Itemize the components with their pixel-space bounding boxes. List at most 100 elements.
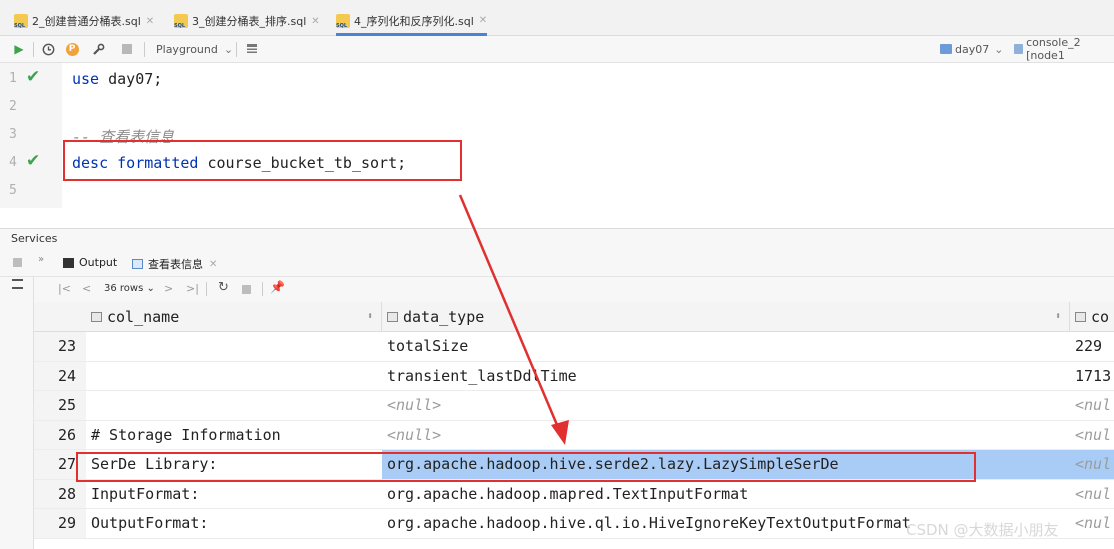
cell-col-name[interactable] — [86, 391, 382, 420]
p-badge-icon[interactable]: P — [64, 40, 80, 58]
rows-count-label: 36 rows — [104, 283, 144, 294]
code-text: day07; — [99, 70, 163, 88]
console-label: console_2 [node1 — [1026, 36, 1081, 62]
table-row[interactable]: 26 # Storage Information <null> <nul — [34, 420, 1114, 450]
column-icon — [1075, 311, 1086, 322]
row-number: 24 — [34, 361, 86, 390]
sql-editor[interactable]: 1 ✔ 2 3 4 ✔ 5 use day07; -- 查看表信息 desc f… — [0, 63, 1114, 208]
toolbar-separator — [33, 42, 34, 57]
tab-result[interactable]: 查看表信息 ✕ — [132, 256, 217, 272]
cell-comment[interactable]: <nul — [1070, 391, 1114, 420]
panel-icon[interactable] — [13, 258, 22, 267]
column-icon — [91, 311, 102, 322]
cell-data-type[interactable]: org.apache.hadoop.mapred.TextInputFormat — [382, 480, 1070, 509]
line-number: 2 — [9, 99, 17, 114]
schema-icon — [940, 44, 952, 54]
tab-label: 4_序列化和反序列化.sql — [354, 14, 474, 28]
sort-icon[interactable]: ⬍ — [367, 311, 373, 322]
column-header-label: data_type — [403, 307, 485, 326]
cell-col-name[interactable] — [86, 332, 382, 361]
sql-file-icon — [14, 14, 28, 29]
first-page-icon[interactable]: |< — [58, 282, 71, 295]
tab-serde[interactable]: 4_序列化和反序列化.sql ✕ — [336, 8, 488, 36]
table-row[interactable]: 24 transient_lastDdlTime 1713 — [34, 361, 1114, 391]
services-panel-title: Services — [0, 228, 1114, 250]
annotation-box-desc — [63, 140, 462, 181]
cell-col-name[interactable]: InputFormat: — [86, 480, 382, 509]
table-row[interactable]: 23 totalSize 229 — [34, 332, 1114, 362]
row-number-header — [34, 302, 86, 332]
sql-file-icon — [174, 14, 188, 29]
row-number: 23 — [34, 332, 86, 361]
row-number: 29 — [34, 509, 86, 538]
cell-data-type[interactable]: totalSize — [382, 332, 1070, 361]
console-selector[interactable]: console_2 [node1 — [1014, 36, 1114, 62]
pin-icon[interactable]: 📌 — [270, 280, 285, 294]
services-tab-bar: » Output 查看表信息 ✕ — [0, 250, 1114, 277]
chevron-down-icon: ⌄ — [223, 42, 234, 56]
tab-label: 3_创建分桶表_排序.sql — [192, 15, 307, 28]
cell-data-type[interactable]: <null> — [382, 391, 1070, 420]
annotation-box-serde — [76, 452, 976, 482]
prev-page-icon[interactable]: < — [82, 282, 91, 295]
cell-col-name[interactable]: OutputFormat: — [86, 509, 382, 538]
schema-selector[interactable]: day07 ⌄ — [940, 40, 1003, 58]
cell-comment[interactable]: 229 — [1070, 332, 1114, 361]
close-icon[interactable]: ✕ — [209, 259, 217, 270]
stop-icon[interactable] — [242, 285, 251, 294]
wrench-icon[interactable] — [90, 40, 106, 58]
code-line-1[interactable]: use day07; — [72, 70, 162, 88]
toolbar-separator — [262, 282, 263, 296]
cell-data-type[interactable]: transient_lastDdlTime — [382, 362, 1070, 391]
close-icon[interactable]: ✕ — [146, 16, 154, 27]
cell-data-type[interactable]: <null> — [382, 421, 1070, 450]
expand-icon[interactable]: » — [38, 254, 44, 265]
sort-icon[interactable]: ⬍ — [1055, 311, 1061, 322]
tab-create-bucket-table[interactable]: 2_创建普通分桶表.sql ✕ — [14, 8, 154, 34]
close-icon[interactable]: ✕ — [311, 16, 319, 27]
refresh-icon[interactable]: ↻ — [218, 280, 229, 295]
cell-comment[interactable]: <nul — [1070, 480, 1114, 509]
table-row[interactable]: 28 InputFormat: org.apache.hadoop.mapred.T… — [34, 479, 1114, 509]
playground-dropdown[interactable]: Playground ⌄ — [156, 40, 233, 58]
run-icon[interactable]: ▶ — [12, 40, 26, 58]
layout-icon[interactable] — [244, 40, 260, 58]
services-sidebar: nc — [0, 277, 51, 549]
column-icon — [387, 311, 398, 322]
next-page-icon[interactable]: > — [164, 282, 173, 295]
table-row[interactable]: 25 <null> <nul — [34, 391, 1114, 421]
last-page-icon[interactable]: >| — [186, 282, 199, 295]
rows-count[interactable]: 36 rows ⌄ — [104, 283, 155, 294]
column-header-comment[interactable]: co — [1070, 302, 1114, 332]
close-icon[interactable]: ✕ — [479, 15, 487, 26]
stop-icon[interactable] — [120, 40, 134, 58]
row-number: 26 — [34, 420, 86, 449]
cell-col-name[interactable] — [86, 362, 382, 391]
line-number: 5 — [9, 183, 17, 198]
line-number: 3 — [9, 127, 17, 142]
schema-label: day07 — [955, 42, 990, 56]
cell-comment[interactable]: <nul — [1070, 509, 1114, 538]
playground-label: Playground — [156, 42, 218, 56]
tab-output[interactable]: Output — [63, 256, 117, 269]
check-icon: ✔ — [26, 67, 41, 87]
editor-tab-bar: 2_创建普通分桶表.sql ✕ 3_创建分桶表_排序.sql ✕ 4_序列化和反… — [0, 0, 1114, 36]
chevron-down-icon: ⌄ — [994, 42, 1004, 56]
column-header-col-name[interactable]: col_name ⬍ — [86, 302, 382, 332]
column-header-data-type[interactable]: data_type ⬍ — [382, 302, 1070, 332]
history-icon[interactable] — [40, 40, 56, 58]
line-gutter: 1 ✔ 2 3 4 ✔ 5 — [0, 63, 62, 208]
line-number: 1 — [9, 71, 17, 86]
sql-file-icon — [336, 13, 350, 29]
cell-comment[interactable]: <nul — [1070, 450, 1114, 479]
list-icon[interactable] — [12, 279, 23, 289]
cell-col-name[interactable]: # Storage Information — [86, 421, 382, 450]
tab-create-bucket-sort[interactable]: 3_创建分桶表_排序.sql ✕ — [174, 8, 320, 34]
check-icon: ✔ — [26, 151, 41, 171]
results-table: col_name ⬍ data_type ⬍ co 23 totalSize 229… — [34, 302, 1114, 549]
cell-comment[interactable]: <nul — [1070, 421, 1114, 450]
console-icon — [1014, 44, 1024, 54]
cell-comment[interactable]: 1713 — [1070, 362, 1114, 391]
tab-output-label: Output — [79, 256, 118, 269]
editor-toolbar: ▶ P Playground ⌄ day07 ⌄ console_2 [node… — [0, 36, 1114, 63]
